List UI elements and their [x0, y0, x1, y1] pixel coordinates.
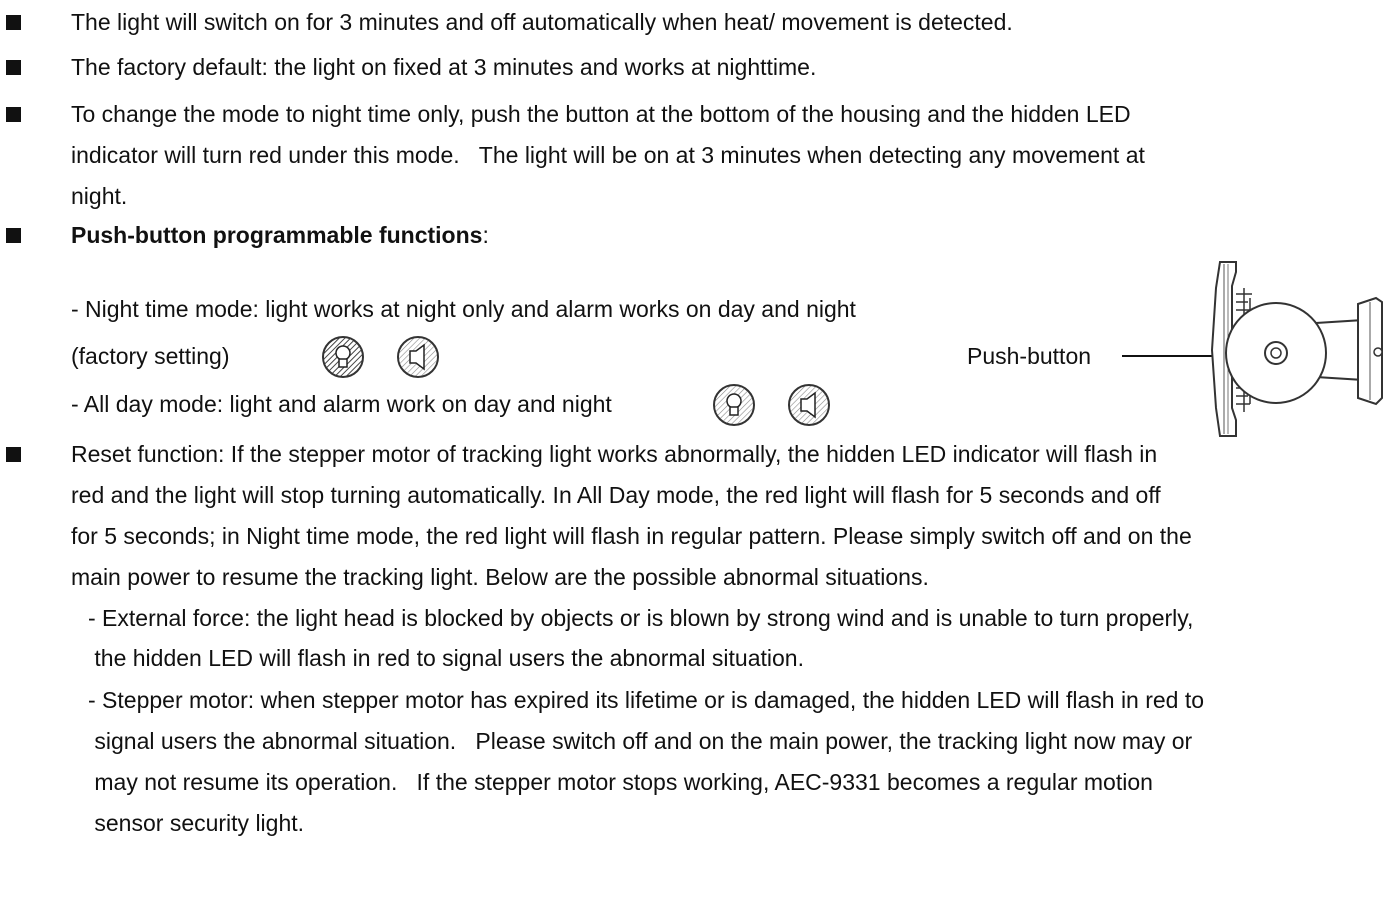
stepper-motor-line: sensor security light.: [88, 810, 305, 836]
paragraph-line: Reset function: If the stepper motor of …: [71, 441, 1158, 467]
factory-setting-label: (factory setting): [71, 343, 230, 369]
bullet-marker: [6, 15, 21, 30]
device-diagram: [1210, 261, 1383, 437]
external-force-line: the hidden LED will flash in red to sign…: [88, 645, 804, 671]
paragraph-line: night.: [71, 183, 128, 209]
all-day-mode-line: - All day mode: light and alarm work on …: [71, 391, 612, 417]
paragraph-line: To change the mode to night time only, p…: [71, 101, 1131, 127]
paragraph-line: main power to resume the tracking light.…: [71, 564, 929, 590]
bullet-marker: [6, 228, 21, 243]
light-bulb-icon: [713, 384, 755, 426]
bullet-marker: [6, 107, 21, 122]
speaker-icon: [397, 336, 439, 378]
bullet-marker: [6, 447, 21, 462]
push-button-label: Push-button: [967, 343, 1092, 369]
stepper-motor-line: signal users the abnormal situation. Ple…: [88, 728, 1193, 754]
paragraph-line: for 5 seconds; in Night time mode, the r…: [71, 523, 1192, 549]
heading-text: Push-button programmable functions: [71, 222, 483, 248]
light-bulb-icon: [322, 336, 364, 378]
paragraph-line: The factory default: the light on fixed …: [71, 54, 817, 80]
paragraph-line: red and the light will stop turning auto…: [71, 482, 1161, 508]
heading-suffix: :: [482, 222, 489, 248]
paragraph-line: The light will switch on for 3 minutes a…: [71, 9, 1013, 35]
speaker-icon: [788, 384, 830, 426]
paragraph-line: indicator will turn red under this mode.…: [71, 142, 1145, 168]
section-heading: Push-button programmable functions:: [71, 220, 489, 250]
night-mode-line: - Night time mode: light works at night …: [71, 296, 856, 322]
stepper-motor-line: - Stepper motor: when stepper motor has …: [88, 687, 1205, 713]
bullet-marker: [6, 60, 21, 75]
stepper-motor-line: may not resume its operation. If the ste…: [88, 769, 1153, 795]
external-force-line: - External force: the light head is bloc…: [88, 605, 1194, 631]
